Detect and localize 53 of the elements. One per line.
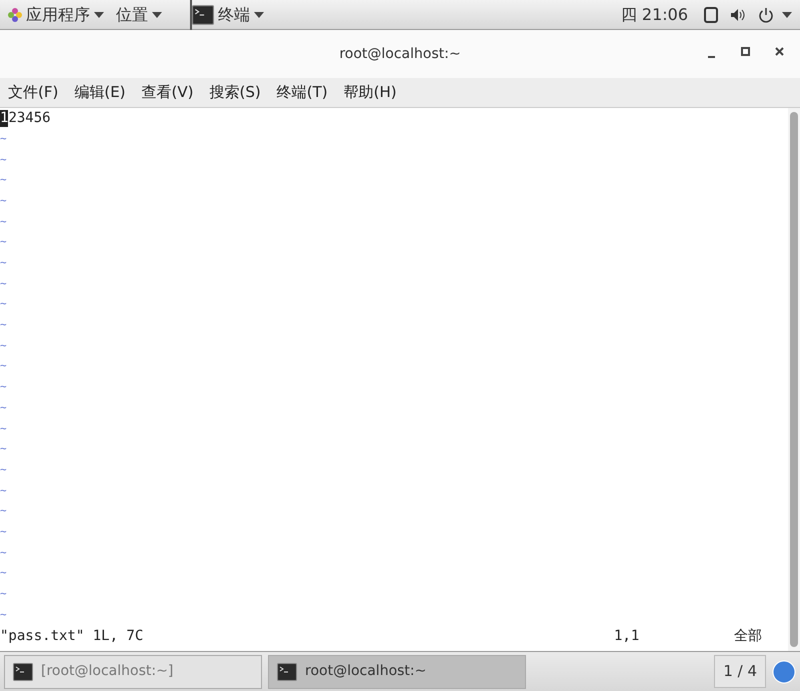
tilde: ~ [0, 276, 7, 292]
tilde: ~ [0, 130, 7, 147]
cursor: 1 [0, 110, 8, 127]
scrollbar[interactable] [788, 108, 800, 651]
tilde: ~ [0, 192, 7, 209]
tilde: ~ [0, 358, 7, 374]
window-title: root@localhost:~ [339, 44, 461, 64]
tilde: ~ [0, 400, 7, 416]
menu-item[interactable]: 编辑(E) [74, 81, 126, 104]
caret-icon [782, 12, 792, 18]
tilde: ~ [0, 462, 7, 478]
caret-icon [152, 12, 162, 18]
scroll-position: 全部 [734, 626, 763, 646]
panel-menu[interactable]: 位置 [116, 0, 174, 30]
tilde: ~ [0, 172, 7, 188]
tilde: ~ [0, 482, 7, 499]
caret-icon [94, 12, 104, 18]
task-button[interactable]: root@localhost:~ [268, 654, 526, 688]
text-line: 23456 [8, 108, 51, 128]
menu-item[interactable]: 查看(V) [142, 81, 194, 104]
workspace-indicator[interactable]: 1 / 4 [714, 655, 766, 688]
tilde: ~ [0, 255, 7, 272]
tilde: ~ [0, 524, 7, 540]
panel-menu[interactable]: 应用程序 [8, 0, 116, 30]
menu-item[interactable]: 终端(T) [276, 81, 328, 104]
volume-icon[interactable] [730, 8, 746, 22]
tilde: ~ [0, 565, 7, 582]
clock[interactable]: 四 21:06 [620, 2, 688, 26]
tilde: ~ [0, 152, 7, 168]
cursor-position: 1,1 [614, 626, 640, 646]
tilde: ~ [0, 544, 7, 561]
caret-icon [254, 12, 264, 18]
notification-icon[interactable] [772, 660, 796, 684]
tilde: ~ [0, 503, 7, 520]
menu-item[interactable]: 帮助(H) [344, 81, 397, 104]
tilde: ~ [0, 234, 7, 250]
tilde: ~ [0, 338, 7, 354]
tilde: ~ [0, 214, 7, 230]
window-icon[interactable] [704, 6, 718, 22]
tilde: ~ [0, 379, 7, 396]
terminal-icon [277, 662, 297, 680]
menu-item[interactable]: 搜索(S) [210, 81, 261, 104]
tilde: ~ [0, 606, 7, 623]
tilde: ~ [0, 420, 7, 437]
status-message: "pass.txt" 1L, 7C [0, 626, 144, 646]
power-icon[interactable] [758, 6, 774, 22]
tilde: ~ [0, 586, 7, 602]
menu-item[interactable]: 文件(F) [8, 81, 58, 104]
terminal-icon [13, 662, 33, 680]
tilde: ~ [0, 317, 7, 334]
tilde: ~ [0, 441, 7, 458]
tilde: ~ [0, 296, 7, 312]
flower-icon [8, 8, 22, 22]
